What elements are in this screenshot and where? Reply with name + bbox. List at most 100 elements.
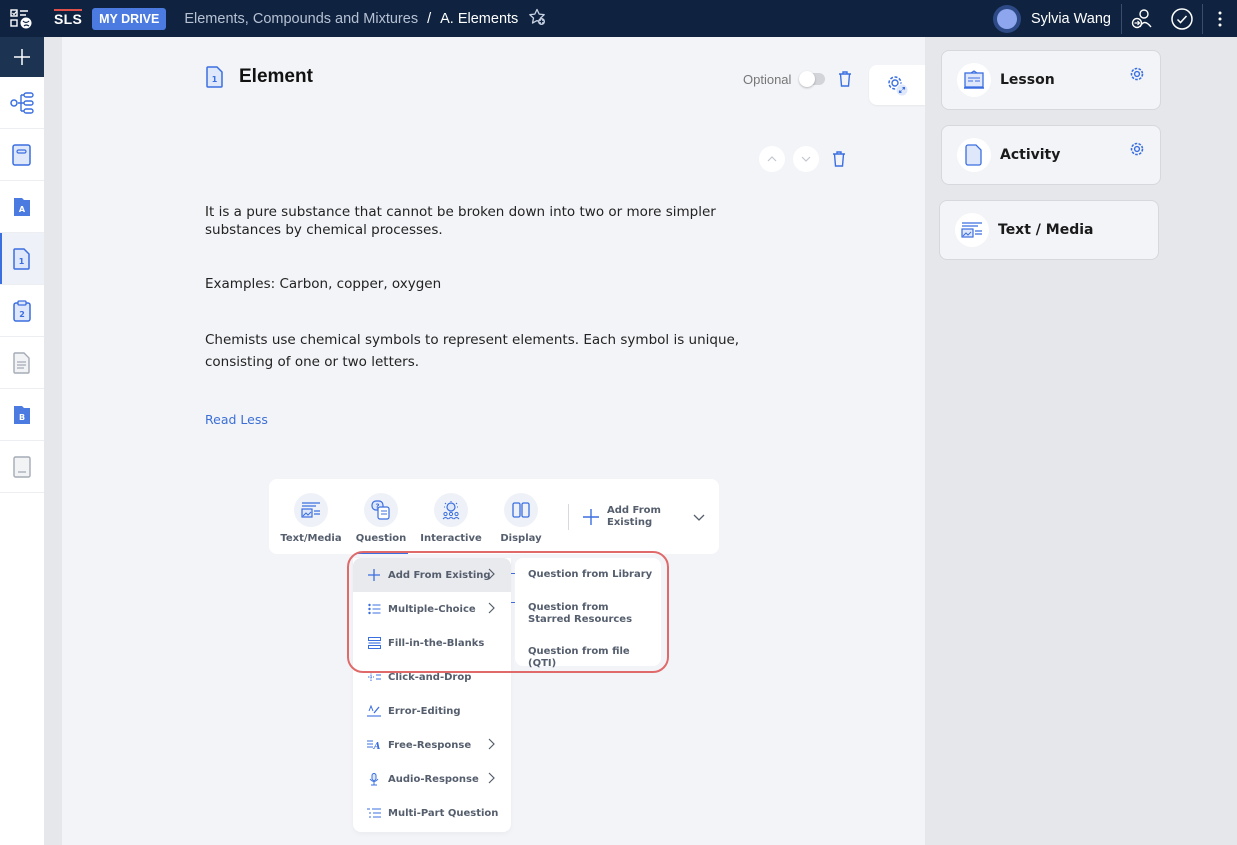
interactive-icon	[442, 501, 460, 520]
question-type-menu: Add From Existing Multiple-Choice Fill-i…	[353, 558, 511, 832]
folder-a-icon: A	[14, 197, 30, 216]
card-label: Lesson	[1000, 72, 1055, 88]
multipart-icon	[367, 808, 381, 818]
question-icon: ?	[371, 500, 390, 520]
menu-item-label: Multiple-Choice	[388, 603, 476, 615]
apps-button[interactable]	[0, 0, 44, 37]
left-rail: A 1 2 B	[0, 37, 44, 845]
submit-check-button[interactable]	[1162, 0, 1202, 37]
submenu-item-library[interactable]: Question from Library	[528, 569, 653, 581]
add-text-media-label: Text/Media	[280, 533, 342, 544]
rail-item-activity-2[interactable]: 2	[0, 285, 44, 337]
settings-collapse-button[interactable]	[869, 65, 925, 105]
svg-text:A: A	[373, 742, 381, 751]
add-question-label: Question	[355, 533, 407, 544]
card-activity[interactable]: Activity	[941, 125, 1161, 185]
my-drive-badge[interactable]: MY DRIVE	[92, 7, 167, 30]
menu-item-multiple-choice[interactable]: Multiple-Choice	[353, 592, 511, 626]
more-vertical-icon	[1218, 11, 1222, 26]
card-lesson[interactable]: Lesson	[941, 50, 1161, 110]
svg-text:1: 1	[19, 257, 25, 266]
chevron-right-icon	[488, 738, 495, 750]
delete-block-button[interactable]	[829, 149, 849, 169]
move-up-button[interactable]	[759, 146, 785, 172]
add-interactive-button[interactable]: Interactive	[416, 489, 486, 544]
read-less-link[interactable]: Read Less	[205, 412, 268, 427]
card-label: Text / Media	[998, 222, 1094, 238]
book-icon	[12, 143, 31, 166]
user-area: Sylvia Wang	[992, 0, 1237, 37]
add-component-toolbar: Text/Media ? Question Interactive Displa…	[269, 479, 719, 554]
gear-icon	[1130, 142, 1144, 156]
display-icon	[512, 502, 530, 518]
add-display-button[interactable]: Display	[486, 489, 556, 544]
switch-user-icon	[1131, 8, 1152, 28]
menu-item-multi-part-question[interactable]: Multi-Part Question	[353, 796, 511, 830]
move-down-button[interactable]	[793, 146, 819, 172]
microphone-icon	[369, 772, 379, 785]
check-circle-icon	[1171, 7, 1193, 30]
more-menu-button[interactable]	[1203, 0, 1237, 37]
plus-icon	[14, 49, 30, 65]
add-question-button[interactable]: ? Question	[346, 489, 416, 544]
menu-item-audio-response[interactable]: Audio-Response	[353, 762, 511, 796]
activity-icon	[965, 144, 982, 166]
text-media-icon	[301, 502, 320, 518]
element-title[interactable]: Element	[239, 66, 313, 88]
rail-item-lesson-map[interactable]	[0, 77, 44, 129]
gear-icon	[1130, 67, 1144, 81]
block-controls	[759, 146, 849, 172]
add-text-media-button[interactable]: Text/Media	[276, 489, 346, 544]
submenu-item-qti[interactable]: Question from file (QTI)	[528, 646, 653, 670]
chevron-down-icon	[801, 156, 811, 162]
avatar[interactable]	[992, 4, 1021, 33]
rail-item-lesson[interactable]	[0, 129, 44, 181]
lesson-icon	[964, 70, 984, 89]
chevron-right-icon	[488, 568, 495, 580]
blanks-icon	[367, 637, 381, 649]
menu-item-free-response[interactable]: A Free-Response	[353, 728, 511, 762]
toolbar-divider	[568, 503, 569, 530]
menu-item-fill-in-the-blanks[interactable]: Fill-in-the-Blanks	[353, 626, 511, 660]
optional-toggle[interactable]	[799, 71, 826, 87]
menu-item-click-and-drop[interactable]: Click-and-Drop	[353, 660, 511, 694]
list-icon	[367, 603, 380, 615]
submenu-item-starred[interactable]: Question from Starred Resources	[528, 602, 653, 626]
rail-add-button[interactable]	[0, 37, 44, 77]
paragraph: Examples: Carbon, copper, oxygen	[205, 276, 442, 292]
rail-item-notebook[interactable]	[0, 441, 44, 493]
rail-item-section-a[interactable]: A	[0, 181, 44, 233]
rail-item-section-b[interactable]: B	[0, 389, 44, 441]
activity-settings-button[interactable]	[1129, 141, 1145, 161]
rail-gutter	[44, 37, 62, 845]
page-1-icon: 1	[206, 66, 223, 88]
menu-item-error-editing[interactable]: Error-Editing	[353, 694, 511, 728]
menu-item-add-from-existing[interactable]: Add From Existing	[353, 558, 511, 592]
switch-user-button[interactable]	[1122, 0, 1162, 37]
menu-item-label: Click-and-Drop	[388, 671, 472, 683]
add-from-existing-button[interactable]: Add From Existing	[583, 505, 667, 529]
rail-item-document[interactable]	[0, 337, 44, 389]
breadcrumb-parent[interactable]: Elements, Compounds and Mixtures	[184, 11, 418, 27]
lesson-settings-button[interactable]	[1129, 66, 1145, 86]
favorite-add-button[interactable]	[528, 8, 546, 30]
plus-icon	[368, 569, 380, 581]
favorite-add-icon	[529, 8, 546, 25]
page-1-icon: 1	[13, 247, 30, 270]
rail-item-activity-1[interactable]: 1	[0, 233, 44, 285]
add-from-existing-label: Add From Existing	[607, 504, 661, 528]
sls-logo[interactable]: SLS	[54, 8, 83, 27]
add-display-label: Display	[500, 533, 542, 544]
question-tab-underline	[358, 552, 408, 554]
paragraph: Chemists use chemical symbols to represe…	[205, 332, 740, 370]
paragraph: It is a pure substance that cannot be br…	[205, 204, 716, 238]
svg-text:A: A	[19, 205, 26, 214]
user-name[interactable]: Sylvia Wang	[1031, 11, 1111, 27]
expand-toolbar-button[interactable]	[693, 507, 705, 526]
card-text-media[interactable]: Text / Media	[939, 200, 1159, 260]
add-from-existing-submenu: Question from Library Question from Star…	[515, 558, 661, 669]
folder-b-icon: B	[14, 405, 30, 424]
delete-element-button[interactable]	[835, 69, 855, 89]
notebook-icon	[13, 455, 31, 478]
menu-item-label: Audio-Response	[388, 773, 479, 785]
